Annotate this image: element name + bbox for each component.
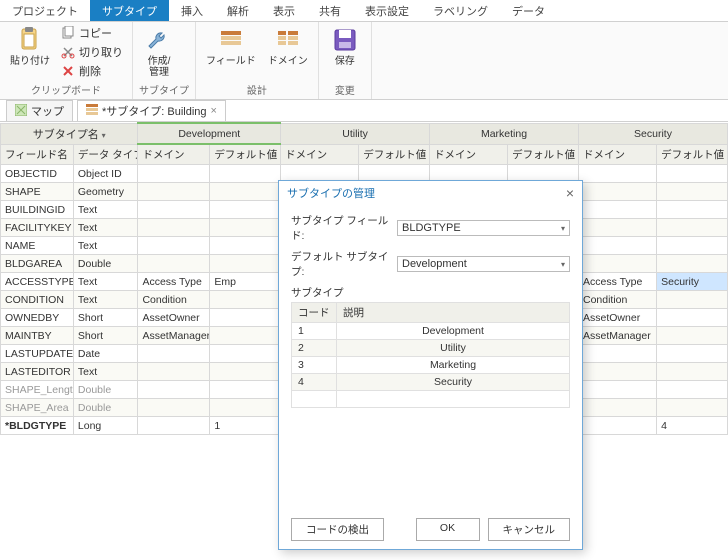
- ribbon-tabs: プロジェクトサブタイプ挿入解析表示共有表示設定ラベリングデータ: [0, 0, 728, 22]
- group-design-label: 設計: [202, 80, 312, 97]
- copy-button[interactable]: コピー: [58, 24, 126, 42]
- paste-icon: [16, 26, 44, 54]
- subtypes-list: コード説明 1Development2Utility3Marketing4Sec…: [291, 302, 570, 408]
- group-subtype: 作成/ 管理 サブタイプ: [133, 22, 196, 99]
- group-clipboard: 貼り付け コピー 切り取り 削除 クリップボード: [0, 22, 133, 99]
- subtypes-section-label: サブタイプ: [291, 285, 570, 300]
- detect-codes-button[interactable]: コードの検出: [291, 518, 384, 541]
- ribbon-tab-1[interactable]: サブタイプ: [90, 0, 169, 21]
- subtype-field-label: サブタイプ フィールド:: [291, 213, 391, 243]
- chevron-down-icon: ▾: [561, 224, 565, 233]
- list-item[interactable]: 4Security: [292, 374, 570, 391]
- map-icon: [15, 104, 27, 119]
- list-item[interactable]: [292, 391, 570, 408]
- dialog-title-text: サブタイプの管理: [287, 185, 375, 201]
- ribbon-tab-4[interactable]: 表示: [261, 0, 307, 21]
- group-clipboard-label: クリップボード: [6, 80, 126, 97]
- header-row-1: サブタイプ名 ▾ Development Utility Marketing S…: [1, 123, 728, 144]
- domain-icon: [274, 26, 302, 54]
- group-changes-label: 変更: [325, 80, 365, 97]
- subtype-field-select[interactable]: BLDGTYPE▾: [397, 220, 570, 236]
- dialog-titlebar[interactable]: サブタイプの管理 ×: [279, 181, 582, 205]
- doc-tabs: マップ *サブタイプ: Building ×: [0, 100, 728, 122]
- group-design: フィールド ドメイン 設計: [196, 22, 319, 99]
- default-subtype-select[interactable]: Development▾: [397, 256, 570, 272]
- wrench-icon: [145, 26, 173, 54]
- save-button[interactable]: 保存: [325, 24, 365, 69]
- ok-button[interactable]: OK: [416, 518, 480, 541]
- field-icon: [217, 26, 245, 54]
- col-development[interactable]: Development: [138, 123, 281, 144]
- paste-button[interactable]: 貼り付け: [6, 24, 54, 69]
- list-item[interactable]: 2Utility: [292, 340, 570, 357]
- manage-subtypes-dialog: サブタイプの管理 × サブタイプ フィールド: BLDGTYPE▾ デフォルト …: [278, 180, 583, 550]
- code-header: コード: [292, 303, 337, 323]
- list-item[interactable]: 3Marketing: [292, 357, 570, 374]
- paste-label: 貼り付け: [10, 56, 50, 67]
- create-manage-label: 作成/ 管理: [148, 56, 171, 78]
- ribbon: 貼り付け コピー 切り取り 削除 クリップボード 作成/ 管理 サブタイプ フィ…: [0, 22, 728, 100]
- list-item[interactable]: 1Development: [292, 323, 570, 340]
- ribbon-tab-2[interactable]: 挿入: [169, 0, 215, 21]
- domain-button[interactable]: ドメイン: [264, 24, 312, 69]
- group-subtype-label: サブタイプ: [139, 80, 189, 97]
- doc-tab-subtype[interactable]: *サブタイプ: Building ×: [77, 100, 226, 121]
- close-icon[interactable]: ×: [211, 105, 217, 117]
- cut-icon: [61, 45, 75, 59]
- default-subtype-label: デフォルト サブタイプ:: [291, 249, 391, 279]
- save-icon: [331, 26, 359, 54]
- col-utility[interactable]: Utility: [281, 123, 430, 144]
- delete-button[interactable]: 削除: [58, 62, 126, 80]
- ribbon-tab-3[interactable]: 解析: [215, 0, 261, 21]
- ribbon-tab-0[interactable]: プロジェクト: [0, 0, 90, 21]
- field-name-header: フィールド名: [1, 144, 74, 165]
- col-security[interactable]: Security: [579, 123, 728, 144]
- data-type-header: データ タイプ: [73, 144, 138, 165]
- dialog-close-button[interactable]: ×: [566, 185, 574, 201]
- subtype-name-header[interactable]: サブタイプ名 ▾: [1, 123, 138, 144]
- cut-button[interactable]: 切り取り: [58, 43, 126, 61]
- group-changes: 保存 変更: [319, 22, 372, 99]
- doc-tab-map[interactable]: マップ: [6, 100, 73, 121]
- ribbon-tab-6[interactable]: 表示設定: [353, 0, 421, 21]
- delete-icon: [61, 64, 75, 78]
- copy-icon: [61, 26, 75, 40]
- create-manage-button[interactable]: 作成/ 管理: [139, 24, 179, 80]
- ribbon-tab-8[interactable]: データ: [500, 0, 557, 21]
- ribbon-tab-7[interactable]: ラベリング: [421, 0, 500, 21]
- table-icon: [86, 104, 98, 119]
- field-button[interactable]: フィールド: [202, 24, 260, 69]
- desc-header: 説明: [337, 303, 570, 323]
- ribbon-tab-5[interactable]: 共有: [307, 0, 353, 21]
- cancel-button[interactable]: キャンセル: [488, 518, 571, 541]
- col-marketing[interactable]: Marketing: [430, 123, 579, 144]
- header-row-2: フィールド名 データ タイプ ドメイン デフォルト値 ドメイン デフォルト値 ド…: [1, 144, 728, 165]
- chevron-down-icon: ▾: [561, 260, 565, 269]
